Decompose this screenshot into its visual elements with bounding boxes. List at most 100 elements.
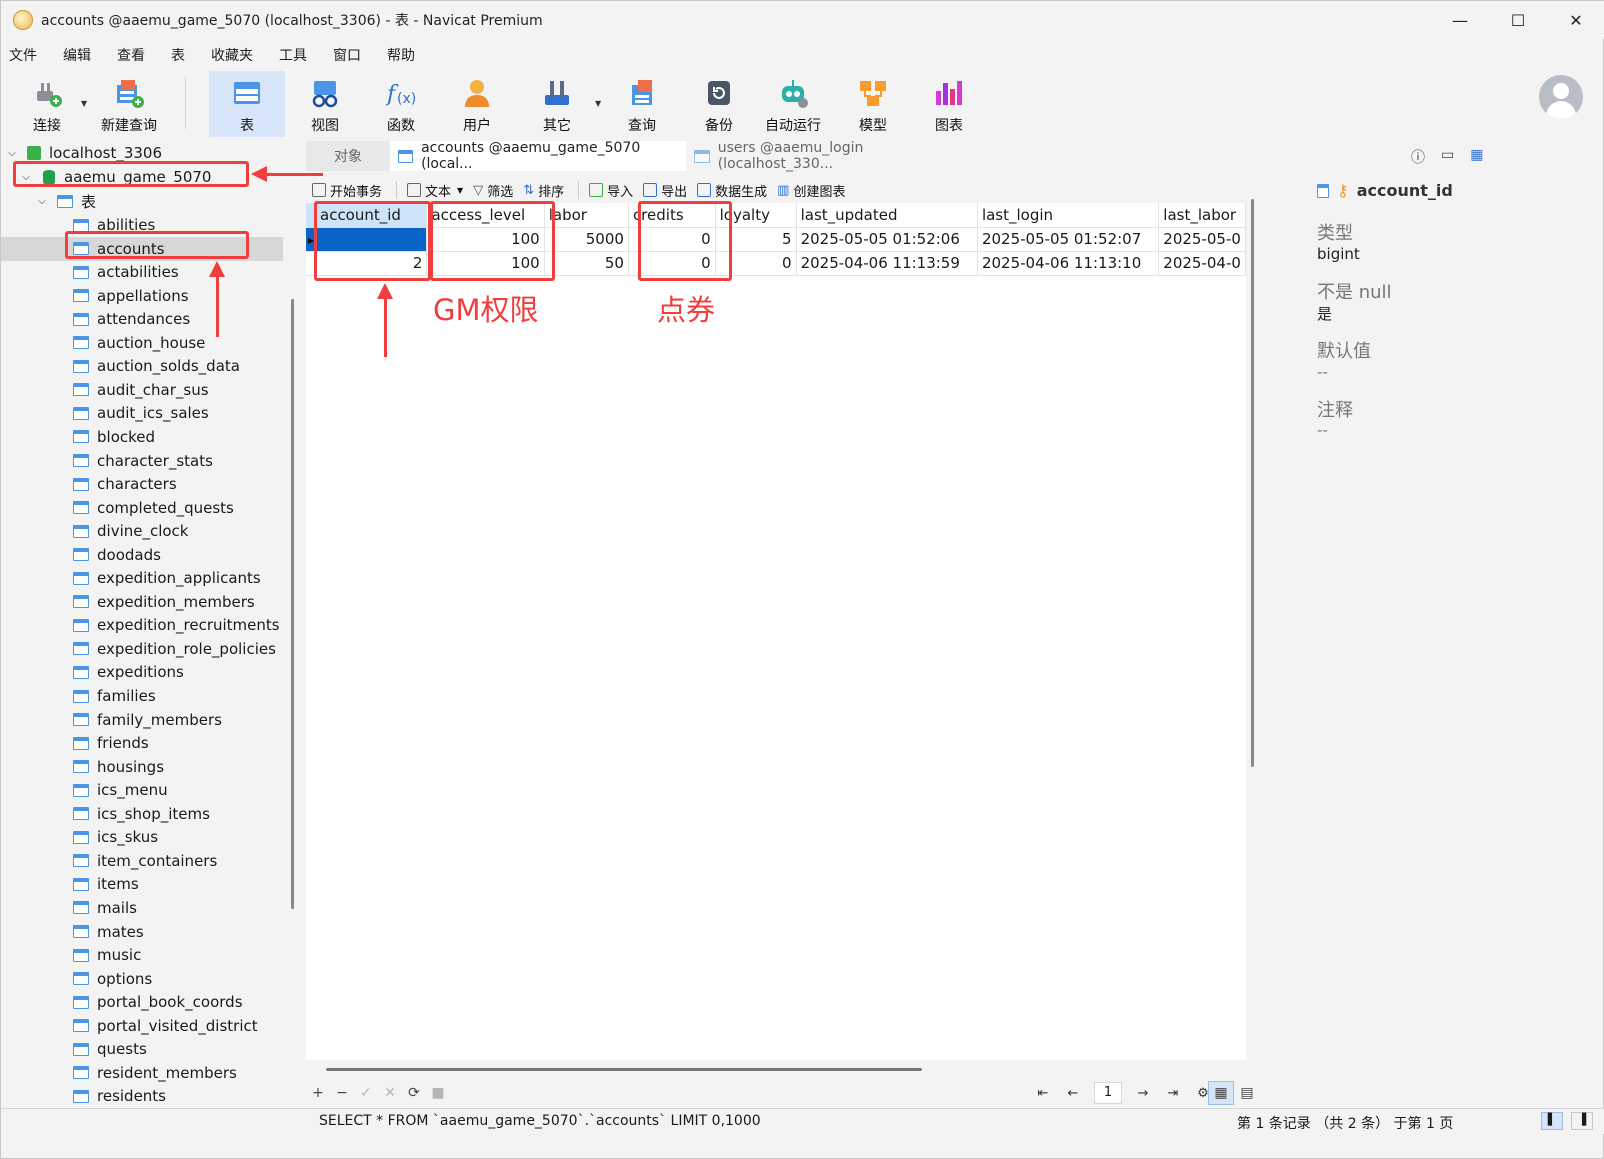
- sidebar-item-audit-ics-sales[interactable]: audit_ics_sales: [73, 401, 209, 425]
- menu-edit[interactable]: 编辑: [53, 45, 107, 65]
- maximize-button[interactable]: ☐: [1489, 1, 1547, 39]
- sidebar-item-options[interactable]: options: [73, 967, 152, 991]
- sidebar-item-completed-quests[interactable]: completed_quests: [73, 496, 234, 520]
- sidebar-item-expeditions[interactable]: expeditions: [73, 660, 184, 684]
- data-generation-button[interactable]: 数据生成: [697, 181, 767, 200]
- query-button[interactable]: 查询: [618, 71, 666, 137]
- cell-last-updated[interactable]: 2025-04-06 11:13:59: [796, 251, 978, 276]
- begin-transaction-button[interactable]: 开始事务: [312, 181, 382, 200]
- next-page-button[interactable]: →: [1128, 1086, 1158, 1101]
- sidebar-item-expedition-applicants[interactable]: expedition_applicants: [73, 566, 261, 590]
- menu-view[interactable]: 查看: [107, 45, 161, 65]
- connect-caret-icon[interactable]: ▼: [81, 99, 87, 108]
- export-button[interactable]: 导出: [643, 181, 687, 200]
- refresh-button[interactable]: ⟳: [402, 1085, 426, 1101]
- minimize-button[interactable]: —: [1431, 1, 1489, 39]
- menu-window[interactable]: 窗口: [323, 45, 377, 65]
- menu-file[interactable]: 文件: [1, 45, 53, 65]
- discard-changes-button[interactable]: ✕: [378, 1085, 402, 1101]
- grid-layout-icon[interactable]: ▦: [1470, 147, 1483, 167]
- sidebar-item-ics-skus[interactable]: ics_skus: [73, 825, 158, 849]
- text-button[interactable]: 文本 ▼: [407, 181, 463, 200]
- backup-button[interactable]: 备份: [695, 71, 743, 137]
- other-caret-icon[interactable]: ▼: [595, 99, 601, 108]
- sidebar-item-attendances[interactable]: attendances: [73, 307, 190, 331]
- sidebar-scrollbar[interactable]: [291, 299, 294, 909]
- grid-vertical-scrollbar[interactable]: [1251, 199, 1254, 767]
- connect-button[interactable]: 连接: [21, 71, 73, 137]
- sidebar-item-mates[interactable]: mates: [73, 920, 144, 944]
- import-button[interactable]: 导入: [589, 181, 633, 200]
- create-chart-button[interactable]: ▥ 创建图表: [777, 181, 845, 200]
- sidebar-item-friends[interactable]: friends: [73, 731, 149, 755]
- column-header-last-login[interactable]: last_login: [977, 203, 1160, 228]
- sidebar-item-expedition-role-policies[interactable]: expedition_role_policies: [73, 637, 276, 661]
- function-button[interactable]: f (x) 函数: [377, 71, 425, 137]
- view-button[interactable]: 视图: [301, 71, 349, 137]
- filter-button[interactable]: ▽ 筛选: [473, 181, 513, 200]
- prev-page-button[interactable]: ←: [1058, 1086, 1088, 1101]
- first-page-button[interactable]: ⇤: [1028, 1086, 1058, 1101]
- model-button[interactable]: 模型: [849, 71, 897, 137]
- expand-caret-icon[interactable]: ⌵: [5, 148, 19, 159]
- sidebar-item-blocked[interactable]: blocked: [73, 425, 155, 449]
- automation-button[interactable]: 自动运行: [757, 71, 829, 137]
- stop-button[interactable]: ■: [426, 1085, 450, 1101]
- page-number-input[interactable]: 1: [1094, 1082, 1122, 1104]
- sidebar-item-portal-book-coords[interactable]: portal_book_coords: [73, 990, 243, 1014]
- menu-favorites[interactable]: 收藏夹: [201, 45, 269, 65]
- table-button[interactable]: 表: [209, 71, 285, 137]
- apply-changes-button[interactable]: ✓: [354, 1085, 378, 1101]
- sidebar-item-audit-char-sus[interactable]: audit_char_sus: [73, 378, 209, 402]
- sidebar-item-characters[interactable]: characters: [73, 472, 177, 496]
- delete-record-button[interactable]: −: [330, 1085, 354, 1101]
- sidebar-item-portal-visited-district[interactable]: portal_visited_district: [73, 1014, 258, 1038]
- expand-caret-icon[interactable]: ⌵: [35, 196, 49, 207]
- toggle-right-panel-icon[interactable]: ▐: [1571, 1112, 1593, 1130]
- sidebar-item-item-containers[interactable]: item_containers: [73, 849, 217, 873]
- grid-horizontal-scrollbar[interactable]: [326, 1068, 922, 1071]
- toggle-left-panel-icon[interactable]: ▌: [1541, 1112, 1563, 1130]
- sidebar-item-housings[interactable]: housings: [73, 755, 164, 779]
- sidebar-item-families[interactable]: families: [73, 684, 156, 708]
- user-avatar[interactable]: [1539, 75, 1583, 119]
- add-record-button[interactable]: +: [306, 1085, 330, 1101]
- cell-labor[interactable]: 50: [544, 251, 629, 276]
- sidebar-item-character-stats[interactable]: character_stats: [73, 449, 213, 473]
- last-page-button[interactable]: ⇥: [1158, 1086, 1188, 1101]
- sidebar-item-music[interactable]: music: [73, 943, 141, 967]
- column-header-last-updated[interactable]: last_updated: [796, 203, 978, 228]
- menu-table[interactable]: 表: [161, 45, 201, 65]
- sidebar-item-ics-menu[interactable]: ics_menu: [73, 778, 168, 802]
- sidebar-item-appellations[interactable]: appellations: [73, 284, 189, 308]
- sidebar-item-expedition-recruitments[interactable]: expedition_recruitments: [73, 613, 280, 637]
- sort-button[interactable]: ⇅ 排序: [523, 181, 564, 200]
- close-button[interactable]: ✕: [1547, 1, 1604, 39]
- ddl-icon[interactable]: ▭: [1441, 147, 1454, 167]
- sidebar-item-expedition-members[interactable]: expedition_members: [73, 590, 255, 614]
- cell-last-labor[interactable]: 2025-04-0: [1158, 251, 1246, 276]
- cell-last-labor[interactable]: 2025-05-0: [1158, 227, 1246, 252]
- sidebar-item-auction-house[interactable]: auction_house: [73, 331, 205, 355]
- form-view-icon[interactable]: ▤: [1234, 1081, 1260, 1105]
- sidebar-item-actabilities[interactable]: actabilities: [73, 260, 179, 284]
- menu-help[interactable]: 帮助: [377, 45, 431, 65]
- tables-group-node[interactable]: ⌵ 表: [35, 189, 96, 213]
- sidebar-item-residents[interactable]: residents: [73, 1084, 166, 1108]
- sidebar-item-divine-clock[interactable]: divine_clock: [73, 519, 189, 543]
- info-icon[interactable]: ⓘ: [1411, 147, 1425, 167]
- column-header-last-labor[interactable]: last_labor: [1158, 203, 1246, 228]
- tab-users[interactable]: users @aaemu_login (localhost_330...: [686, 140, 986, 172]
- cell-last-login[interactable]: 2025-04-06 11:13:10: [977, 251, 1160, 276]
- column-header-labor[interactable]: labor: [544, 203, 629, 228]
- sidebar-item-items[interactable]: items: [73, 872, 139, 896]
- cell-last-updated[interactable]: 2025-05-05 01:52:06: [796, 227, 978, 252]
- sidebar-item-resident-members[interactable]: resident_members: [73, 1061, 237, 1085]
- sidebar-item-family-members[interactable]: family_members: [73, 708, 222, 732]
- sidebar-item-quests[interactable]: quests: [73, 1037, 147, 1061]
- chart-button[interactable]: 图表: [925, 71, 973, 137]
- cell-last-login[interactable]: 2025-05-05 01:52:07: [977, 227, 1160, 252]
- cell-labor[interactable]: 5000: [544, 227, 629, 252]
- tab-objects[interactable]: 对象: [306, 141, 390, 171]
- tab-accounts[interactable]: accounts @aaemu_game_5070 (local...: [390, 140, 686, 172]
